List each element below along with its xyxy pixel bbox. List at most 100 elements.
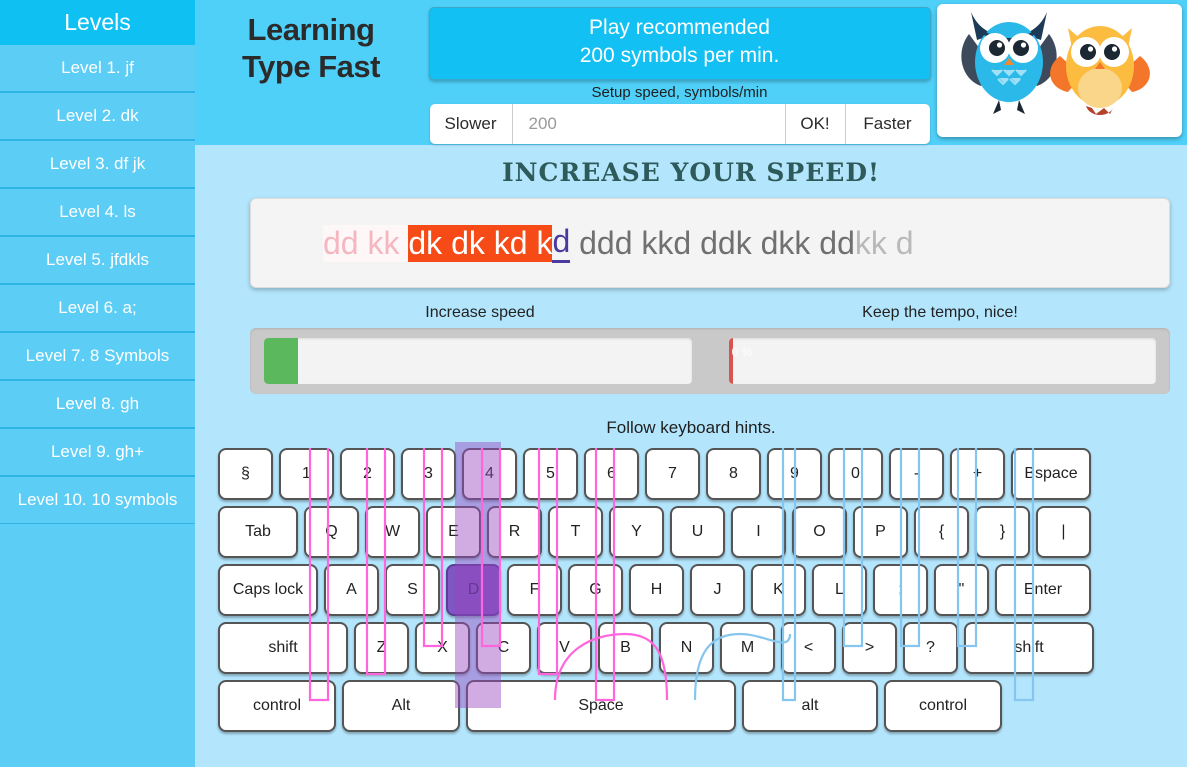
- key-6[interactable]: 6: [584, 448, 639, 500]
- two-owls-logo: [937, 4, 1182, 137]
- sidebar-item-level-10[interactable]: Level 10. 10 symbols: [0, 476, 195, 524]
- key-s[interactable]: S: [385, 564, 440, 616]
- play-recommended-button[interactable]: Play recommended 200 symbols per min.: [428, 7, 931, 80]
- key-[interactable]: ?: [903, 622, 958, 674]
- progress-right-label: Keep the tempo, nice!: [862, 304, 1018, 321]
- keyboard-row-3: Caps lock A S D F G H J K L; " Enter: [218, 564, 1164, 616]
- progress-bars: 0 %: [250, 328, 1170, 394]
- key-v[interactable]: V: [537, 622, 592, 674]
- orange-owl-icon: [1050, 26, 1150, 115]
- key-[interactable]: >: [842, 622, 897, 674]
- sidebar-item-level-8[interactable]: Level 8. gh: [0, 380, 195, 428]
- key-1[interactable]: 1: [279, 448, 334, 500]
- key-r[interactable]: R: [487, 506, 542, 558]
- key-[interactable]: {: [914, 506, 969, 558]
- key-m[interactable]: M: [720, 622, 775, 674]
- key-a[interactable]: A: [324, 564, 379, 616]
- key-h[interactable]: H: [629, 564, 684, 616]
- sidebar-item-level-6[interactable]: Level 6. a;: [0, 284, 195, 332]
- key-[interactable]: <: [781, 622, 836, 674]
- sidebar-item-level-9[interactable]: Level 9. gh+: [0, 428, 195, 476]
- key-[interactable]: ": [934, 564, 989, 616]
- key-y[interactable]: Y: [609, 506, 664, 558]
- key-l[interactable]: L: [812, 564, 867, 616]
- sidebar-item-level-2[interactable]: Level 2. dk: [0, 92, 195, 140]
- key-p[interactable]: P: [853, 506, 908, 558]
- play-button-line1: Play recommended: [589, 16, 770, 39]
- speed-progress-track: [264, 338, 692, 384]
- key-w[interactable]: W: [365, 506, 420, 558]
- key-t[interactable]: T: [548, 506, 603, 558]
- key-n[interactable]: N: [659, 622, 714, 674]
- key-[interactable]: ;: [873, 564, 928, 616]
- key-alt[interactable]: alt: [742, 680, 878, 732]
- key-bspace[interactable]: Bspace: [1011, 448, 1091, 500]
- ok-button[interactable]: OK!: [785, 103, 846, 144]
- key-[interactable]: +: [950, 448, 1005, 500]
- slower-button[interactable]: Slower: [429, 103, 513, 144]
- typing-text-box[interactable]: dd kk dk dk kd kd ddd kkd ddk dkk dd kk d: [250, 198, 1170, 288]
- key-x[interactable]: X: [415, 622, 470, 674]
- key-q[interactable]: Q: [304, 506, 359, 558]
- sidebar-item-level-7[interactable]: Level 7. 8 Symbols: [0, 332, 195, 380]
- main-area: Learning Type Fast Play recommended 200 …: [195, 0, 1187, 767]
- key-9[interactable]: 9: [767, 448, 822, 500]
- key-k[interactable]: K: [751, 564, 806, 616]
- key-b[interactable]: B: [598, 622, 653, 674]
- key-u[interactable]: U: [670, 506, 725, 558]
- sidebar-item-level-3[interactable]: Level 3. df jk: [0, 140, 195, 188]
- key-control[interactable]: control: [884, 680, 1002, 732]
- key-7[interactable]: 7: [645, 448, 700, 500]
- key-c[interactable]: C: [476, 622, 531, 674]
- key-shift[interactable]: shift: [218, 622, 348, 674]
- key-space[interactable]: Space: [466, 680, 736, 732]
- levels-sidebar: Levels Level 1. jf Level 2. dk Level 3. df…: [0, 0, 195, 767]
- key-j[interactable]: J: [690, 564, 745, 616]
- app-header: Learning Type Fast Play recommended 200 …: [195, 0, 1187, 145]
- owls-illustration: [961, 12, 1150, 115]
- key-i[interactable]: I: [731, 506, 786, 558]
- sidebar-item-level-4[interactable]: Level 4. ls: [0, 188, 195, 236]
- key-e[interactable]: E: [426, 506, 481, 558]
- key-shift[interactable]: shift: [964, 622, 1094, 674]
- key-enter[interactable]: Enter: [995, 564, 1091, 616]
- keyboard-rows: § 1 2 3 4 5 6 7 8 9 0- + Bspace Tab Q W E R T Y U I O P{} | Caps …: [218, 448, 1164, 732]
- progress-left-label: Increase speed: [425, 304, 535, 321]
- key-f[interactable]: F: [507, 564, 562, 616]
- keyboard-row-2: Tab Q W E R T Y U I O P{} |: [218, 506, 1164, 558]
- key-tab[interactable]: Tab: [218, 506, 298, 558]
- sidebar-item-level-5[interactable]: Level 5. jfdkls: [0, 236, 195, 284]
- speed-input-group: Slower OK! Faster: [429, 103, 930, 144]
- keyboard-row-4: shift Z X C V B N M < >? shift: [218, 622, 1164, 674]
- typed-faint-text: kk d: [854, 224, 914, 261]
- sidebar-item-level-1[interactable]: Level 1. jf: [0, 45, 195, 92]
- key-g[interactable]: G: [568, 564, 623, 616]
- key-[interactable]: §: [218, 448, 273, 500]
- app-title-line2: Type Fast: [242, 48, 380, 84]
- app-root: Levels Level 1. jf Level 2. dk Level 3. df…: [0, 0, 1187, 767]
- key-alt[interactable]: Alt: [342, 680, 460, 732]
- faster-button[interactable]: Faster: [845, 103, 930, 144]
- key-2[interactable]: 2: [340, 448, 395, 500]
- key-5[interactable]: 5: [523, 448, 578, 500]
- key-z[interactable]: Z: [354, 622, 409, 674]
- key-3[interactable]: 3: [401, 448, 456, 500]
- typed-done-text: dd kk: [323, 224, 409, 262]
- key-8[interactable]: 8: [706, 448, 761, 500]
- setup-speed-label: Setup speed, symbols/min: [591, 83, 768, 101]
- speed-progress-fill: [264, 338, 298, 384]
- blue-owl-icon: [961, 12, 1057, 114]
- key-[interactable]: -: [889, 448, 944, 500]
- key-0[interactable]: 0: [828, 448, 883, 500]
- key-4[interactable]: 4: [462, 448, 517, 500]
- key-control[interactable]: control: [218, 680, 336, 732]
- key-[interactable]: }: [975, 506, 1030, 558]
- key-d[interactable]: D: [446, 564, 501, 616]
- key-[interactable]: |: [1036, 506, 1091, 558]
- key-o[interactable]: O: [792, 506, 847, 558]
- key-caps-lock[interactable]: Caps lock: [218, 564, 318, 616]
- typing-cursor-char: d: [552, 223, 571, 263]
- speed-input[interactable]: [512, 103, 786, 144]
- app-title: Learning Type Fast: [195, 0, 427, 85]
- virtual-keyboard: § 1 2 3 4 5 6 7 8 9 0- + Bspace Tab Q W E R T Y U I O P{} | Caps …: [195, 442, 1187, 732]
